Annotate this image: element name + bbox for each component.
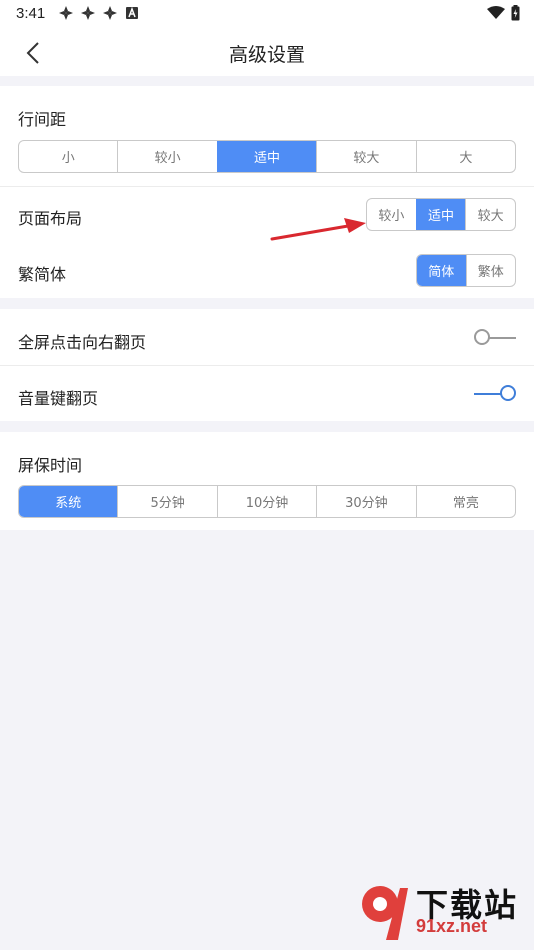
volume-key-toggle[interactable] [474, 384, 516, 404]
battery-icon [511, 5, 520, 21]
toggle-knob [500, 385, 516, 401]
script-type-option[interactable]: 简体 [417, 255, 466, 286]
fullscreen-tap-label: 全屏点击向右翻页 [18, 333, 147, 352]
page-layout-option[interactable]: 适中 [415, 199, 466, 230]
screen-timeout-option[interactable]: 系统 [19, 486, 118, 517]
watermark-site: 91xz.net [416, 916, 488, 936]
status-system-icons [487, 5, 520, 21]
notification-app-icon [59, 6, 73, 20]
divider [0, 186, 534, 187]
header: 高级设置 [0, 28, 534, 76]
screen-timeout-segmented: 系统 5分钟 10分钟 30分钟 常亮 [18, 485, 516, 518]
script-type-option[interactable]: 繁体 [465, 255, 516, 286]
screen-timeout-option[interactable]: 常亮 [415, 486, 515, 517]
page-layout-segmented: 较小 适中 较大 [366, 198, 516, 231]
page-turn-section: 全屏点击向右翻页 音量键翻页 [0, 309, 534, 421]
line-spacing-option[interactable]: 大 [415, 141, 515, 172]
notification-a-icon [126, 6, 138, 19]
screen-timeout-option[interactable]: 5分钟 [117, 486, 216, 517]
page-layout-label: 页面布局 [18, 209, 83, 228]
page-layout-option[interactable]: 较大 [465, 199, 515, 230]
line-spacing-option[interactable]: 较小 [117, 141, 216, 172]
divider [0, 365, 534, 366]
screen-timeout-option[interactable]: 10分钟 [216, 486, 316, 517]
status-bar: 3:41 [0, 0, 534, 28]
wifi-icon [487, 6, 505, 19]
line-spacing-option[interactable]: 较大 [316, 141, 415, 172]
line-spacing-label: 行间距 [18, 110, 67, 129]
screen-timeout-option[interactable]: 30分钟 [316, 486, 415, 517]
annotation-arrow-icon [270, 218, 366, 241]
watermark-logo-icon [362, 886, 408, 940]
screen-timeout-section: 屏保时间 系统 5分钟 10分钟 30分钟 常亮 [0, 432, 534, 530]
volume-key-label: 音量键翻页 [18, 389, 99, 408]
screen-timeout-label: 屏保时间 [18, 456, 83, 475]
page-layout-option[interactable]: 较小 [367, 199, 416, 230]
notification-icons [58, 5, 140, 21]
page-title: 高级设置 [228, 44, 305, 66]
script-type-segmented: 简体 繁体 [416, 254, 516, 287]
status-time: 3:41 [16, 5, 46, 22]
notification-app-icon [81, 6, 95, 20]
toggle-knob [474, 329, 490, 345]
line-spacing-option[interactable]: 适中 [216, 141, 317, 172]
script-type-label: 繁简体 [18, 265, 67, 284]
fullscreen-tap-toggle[interactable] [474, 328, 516, 348]
line-spacing-segmented: 小 较小 适中 较大 大 [18, 140, 516, 173]
line-spacing-option[interactable]: 小 [19, 141, 117, 172]
notification-app-icon [103, 6, 117, 20]
watermark: 下载站 91xz.net [358, 880, 528, 944]
reading-settings-section: 行间距 小 较小 适中 较大 大 页面布局 较小 适中 较大 繁简体 简体 繁体 [0, 86, 534, 298]
